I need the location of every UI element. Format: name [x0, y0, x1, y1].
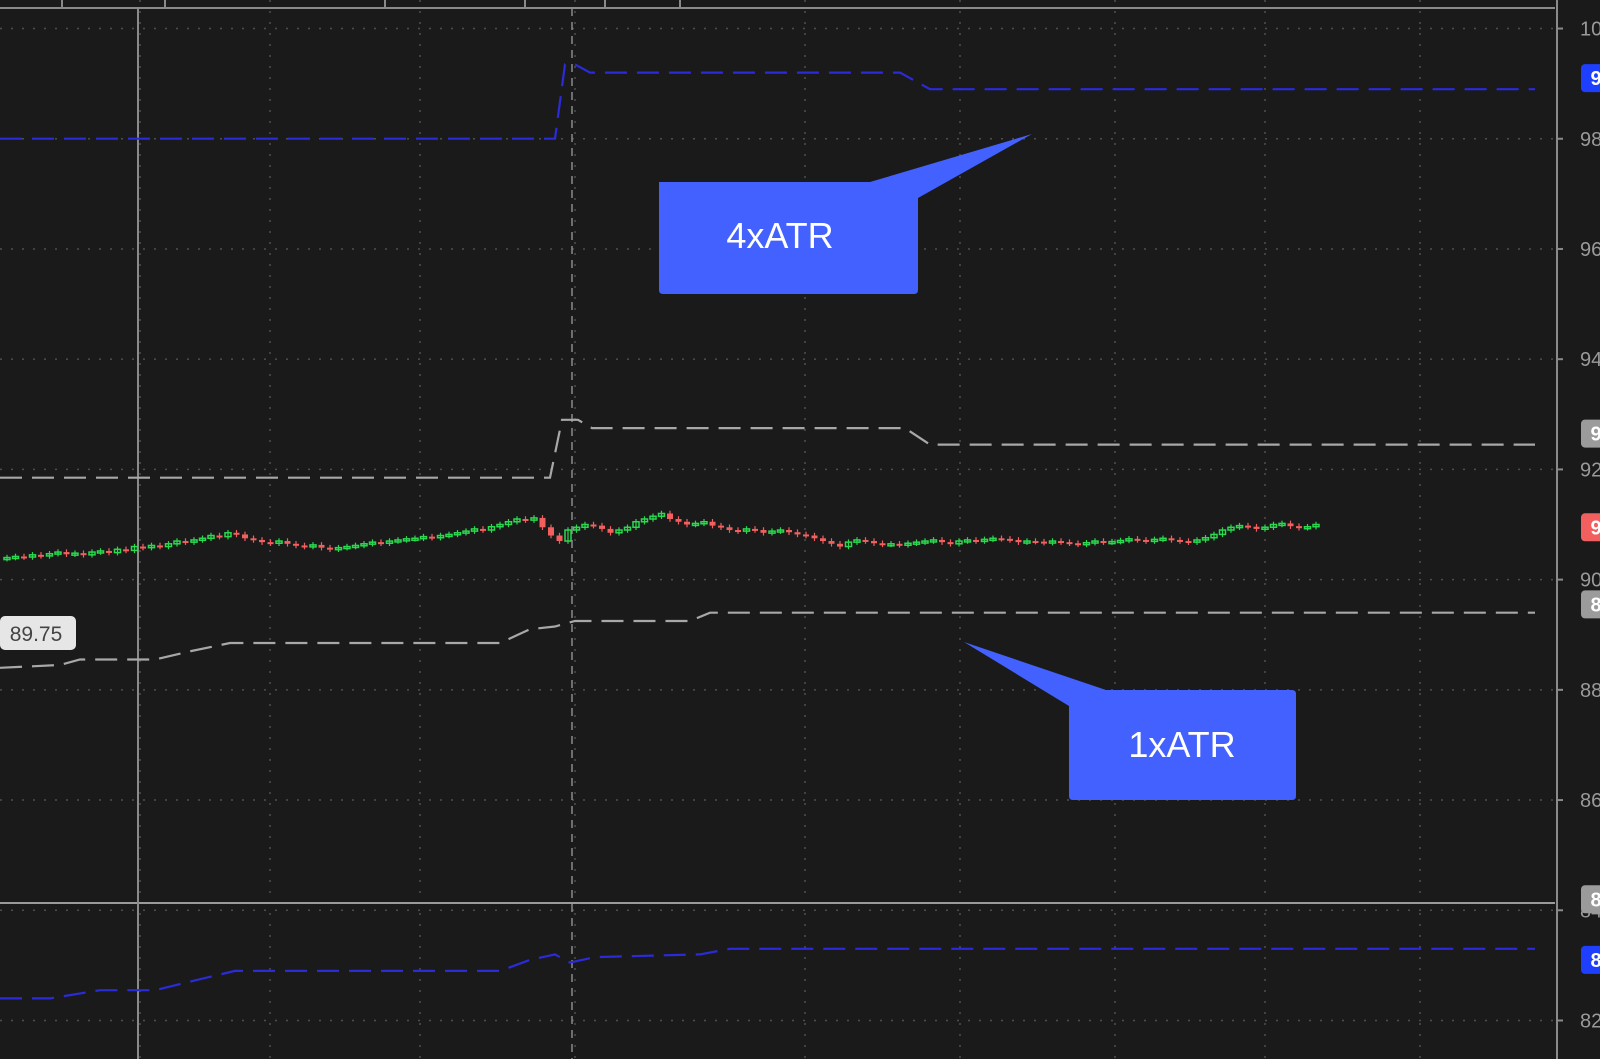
candle-body	[998, 538, 1005, 541]
candle-body	[675, 519, 682, 522]
candle-body	[726, 527, 733, 531]
chart-background	[0, 0, 1600, 1059]
candle-body	[259, 539, 265, 543]
candle-body	[1168, 538, 1175, 541]
candle-body	[667, 513, 673, 519]
candle-body	[1143, 539, 1149, 542]
candle-body	[182, 541, 189, 544]
candle-body	[1075, 543, 1081, 546]
candle-body	[811, 535, 818, 539]
candle-body	[38, 554, 44, 557]
candle-body	[1134, 538, 1141, 541]
candle-body	[216, 535, 223, 538]
candle-body	[327, 547, 333, 550]
candle-body	[1066, 542, 1073, 545]
candle-body	[803, 534, 809, 537]
price-tag-label: 9	[1590, 424, 1600, 446]
price-axis-label: 82	[1580, 1010, 1600, 1032]
price-tag: 9	[1581, 513, 1600, 542]
candle-body	[1287, 523, 1294, 527]
candle-body	[63, 552, 70, 555]
candle-body	[786, 530, 792, 533]
candle-body	[267, 542, 274, 545]
price-axis-label: 94	[1580, 349, 1600, 371]
candle-body	[735, 530, 741, 533]
candle-body	[21, 556, 27, 559]
candle-body	[233, 532, 240, 535]
candle-body	[1058, 541, 1064, 544]
candle-body	[1041, 541, 1047, 544]
candle-body	[480, 528, 486, 531]
candle-body	[522, 519, 529, 521]
price-axis-label: 96	[1580, 239, 1600, 261]
candle-body	[590, 524, 597, 527]
candle-body	[837, 543, 843, 547]
price-axis-label: 86	[1580, 790, 1600, 812]
price-tag: 8	[1581, 885, 1600, 914]
candle-body	[1245, 525, 1251, 528]
candle-body	[896, 543, 903, 546]
candle-body	[123, 549, 129, 552]
candle-body	[80, 553, 87, 556]
candle-body	[1296, 526, 1302, 529]
candle-body	[556, 535, 563, 542]
price-tag-label: 8	[1590, 594, 1600, 616]
candle-body	[794, 532, 801, 535]
candle-body	[607, 528, 614, 533]
candle-body	[684, 521, 690, 525]
candle-body	[250, 538, 257, 541]
candle-body	[548, 527, 554, 536]
candle-body	[1032, 541, 1039, 544]
candle-body	[871, 541, 877, 544]
price-tag: 8	[1581, 945, 1600, 974]
candle-body	[539, 517, 546, 528]
callout-4xatr-label: 4xATR	[726, 215, 833, 256]
price-tag: 9	[1581, 419, 1600, 448]
candle-body	[318, 544, 325, 548]
price-tag-label: 9	[1590, 517, 1600, 539]
candle-body	[378, 542, 384, 545]
candle-body	[760, 530, 767, 533]
price-axis-label: 88	[1580, 680, 1600, 702]
candle-body	[947, 542, 954, 545]
candle-body	[973, 539, 979, 542]
price-tag-label: 8	[1590, 950, 1600, 972]
candle-body	[1100, 541, 1107, 544]
candle-body	[879, 543, 886, 546]
crosshair-price-tag: 89.75	[0, 616, 76, 650]
crosshair-price-label: 89.75	[10, 623, 63, 646]
callout-1xatr-label: 1xATR	[1128, 724, 1235, 765]
candle-body	[752, 528, 758, 531]
candle-body	[709, 521, 716, 526]
price-axis-label: 98	[1580, 129, 1600, 151]
candle-body	[828, 541, 835, 544]
price-tag: 8	[1581, 590, 1600, 619]
price-tag: 9	[1581, 64, 1600, 93]
candle-body	[140, 546, 146, 549]
candle-body	[820, 538, 826, 542]
candle-body	[429, 536, 435, 539]
candle-body	[939, 539, 945, 543]
price-tag-label: 8	[1590, 889, 1600, 911]
price-axis-label: 10	[1580, 19, 1600, 41]
candle-body	[157, 545, 163, 548]
candle-body	[1177, 539, 1183, 542]
candle-body	[106, 550, 112, 553]
chart-canvas[interactable]: 10989694929088868482 999888 89.75 4xATR …	[0, 0, 1600, 1059]
candle-body	[284, 541, 291, 544]
candle-body	[1007, 538, 1013, 541]
candle-body	[599, 525, 605, 529]
price-tag-label: 9	[1590, 68, 1600, 90]
candle-body	[1185, 541, 1192, 544]
candle-body	[301, 545, 308, 548]
candle-body	[1015, 539, 1022, 543]
price-axis-label: 92	[1580, 459, 1600, 481]
price-axis-label: 90	[1580, 570, 1600, 592]
candle-body	[718, 525, 724, 528]
candle-body	[862, 539, 869, 542]
candle-body	[293, 543, 299, 546]
candle-body	[1253, 526, 1260, 529]
candle-body	[242, 534, 248, 539]
